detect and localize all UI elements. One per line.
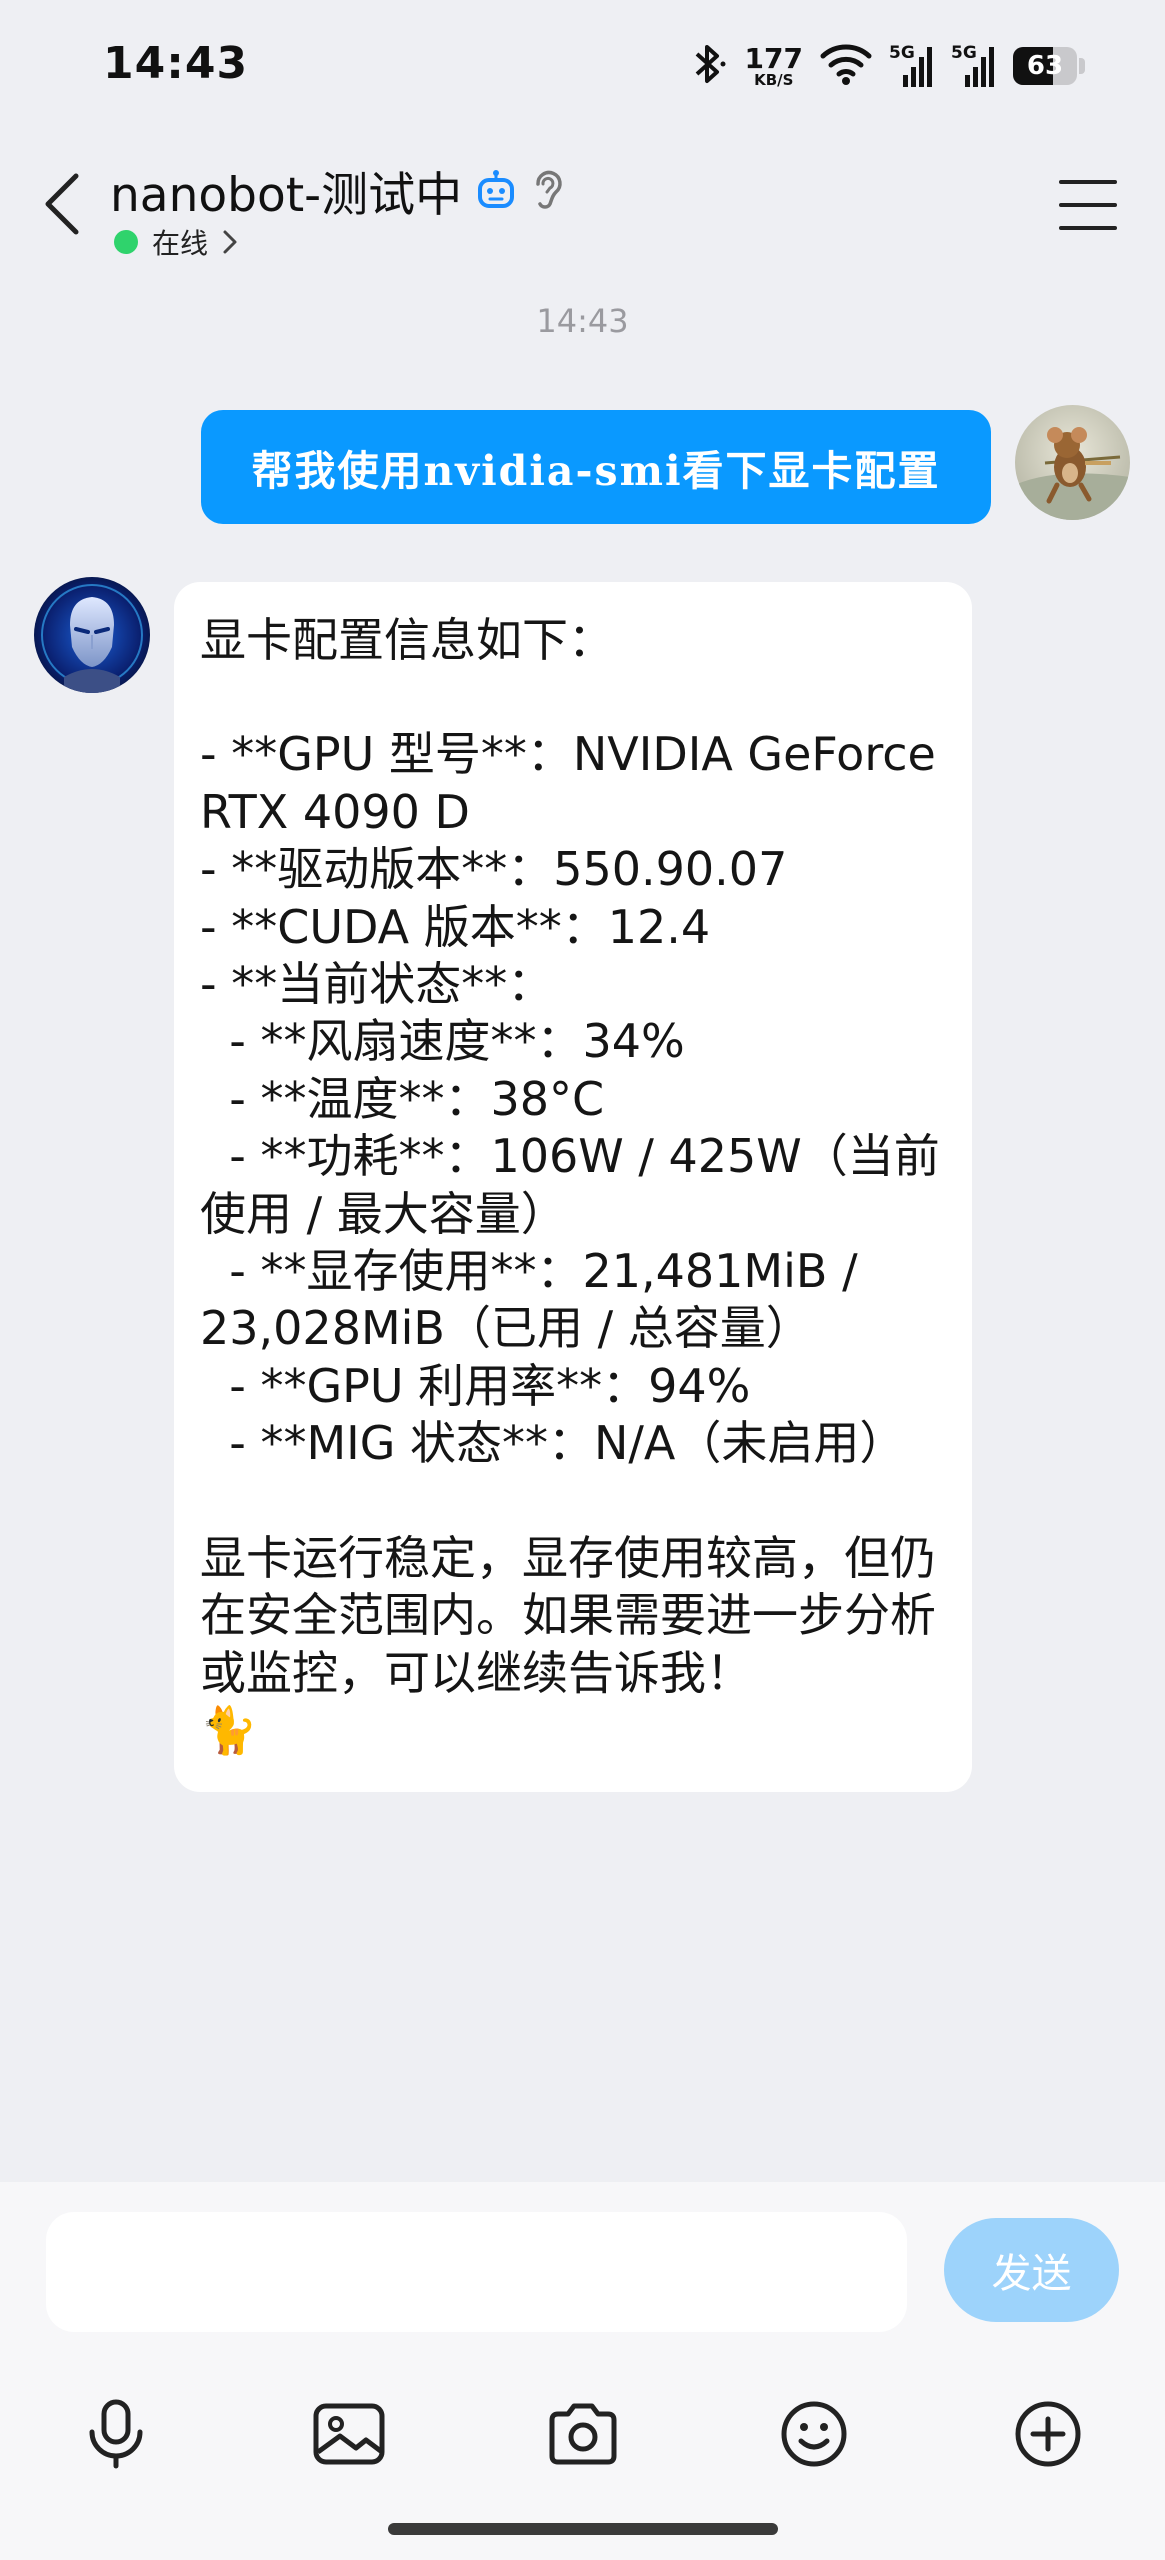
- bot-message-line: - **MIG 状态**：N/A（未启用）: [200, 1416, 906, 1471]
- bot-message-line: - **温度**：38°C: [200, 1071, 605, 1126]
- bot-message-line: - **GPU 利用率**：94%: [200, 1358, 751, 1413]
- chat-header: nanobot-测试中 在线: [0, 140, 1165, 270]
- bot-message-text: 显卡配置信息如下： - **GPU 型号**：NVIDIA GeForce RTX…: [200, 612, 946, 1759]
- bot-message-line: 显卡运行稳定，显存使用较高，但仍在安全范围内。如果需要进一步分析或监控，可以继续…: [200, 1530, 936, 1700]
- camera-icon[interactable]: [543, 2394, 623, 2474]
- bluetooth-icon: [689, 41, 729, 91]
- network-speed-unit: KB/S: [754, 70, 794, 89]
- message-input[interactable]: [46, 2212, 907, 2332]
- bot-message-line: - **功耗**：106W / 425W（当前使用 / 最大容量）: [200, 1129, 940, 1241]
- bot-message-line: [200, 669, 946, 726]
- hamburger-line: [1059, 203, 1117, 207]
- cellular-signal-2-icon: 5G: [951, 43, 997, 89]
- network-speed: 177 KB/S: [744, 41, 803, 89]
- wifi-icon: [819, 42, 873, 90]
- bot-message-line: - **CUDA 版本**：12.4: [200, 899, 711, 954]
- microphone-icon[interactable]: [76, 2394, 156, 2474]
- hamburger-line: [1059, 226, 1117, 230]
- bot-message-line: - **显存使用**：21,481MiB / 23,028MiB（已用 / 总容…: [200, 1244, 873, 1356]
- status-bar: 14:43 177 KB/S 5G 5G 63: [0, 0, 1165, 130]
- bot-message-bubble[interactable]: 显卡配置信息如下： - **GPU 型号**：NVIDIA GeForce RTX…: [174, 582, 972, 1792]
- status-time: 14:43: [103, 38, 249, 89]
- bot-message-line: 显卡配置信息如下：: [200, 613, 614, 667]
- bot-message-line: - **风扇速度**：34%: [200, 1014, 685, 1069]
- robot-icon: [476, 169, 516, 213]
- chevron-left-icon: [45, 173, 79, 235]
- menu-button[interactable]: [1059, 180, 1117, 230]
- hamburger-line: [1059, 180, 1117, 184]
- bot-message-line: [200, 1473, 946, 1530]
- presence-status[interactable]: 在线: [114, 222, 238, 262]
- bot-message-line: - **GPU 型号**：NVIDIA GeForce RTX 4090 D: [200, 727, 951, 839]
- chat-title[interactable]: nanobot-测试中: [110, 156, 462, 225]
- title-row[interactable]: nanobot-测试中: [110, 156, 564, 225]
- bot-message-line: - **驱动版本**：550.90.07: [200, 842, 788, 897]
- home-indicator[interactable]: [388, 2523, 778, 2535]
- cellular-signal-1-icon: 5G: [889, 43, 935, 89]
- ear-icon: [530, 168, 564, 214]
- battery-level: 63: [1026, 51, 1064, 81]
- online-status-dot: [114, 230, 138, 254]
- bot-message-line: 🐈: [200, 1702, 258, 1757]
- composer: 发送: [0, 2182, 1165, 2560]
- bot-message-line: - **当前状态**：: [200, 957, 554, 1012]
- network-speed-value: 177: [744, 41, 803, 75]
- battery-icon: 63: [1013, 47, 1085, 85]
- plus-circle-icon[interactable]: [1008, 2394, 1088, 2474]
- back-button[interactable]: [30, 164, 94, 244]
- user-avatar[interactable]: [1015, 405, 1130, 520]
- send-button[interactable]: 发送: [944, 2218, 1119, 2322]
- chevron-right-icon: [223, 230, 237, 254]
- user-message-bubble[interactable]: 帮我使用nvidia-smi看下显卡配置: [201, 410, 991, 524]
- status-icons: 177 KB/S 5G 5G 63: [689, 38, 1085, 94]
- emoji-icon[interactable]: [774, 2394, 854, 2474]
- bot-avatar[interactable]: [34, 577, 150, 693]
- presence-label: 在线: [152, 227, 209, 260]
- message-timestamp: 14:43: [536, 302, 629, 340]
- image-icon[interactable]: [309, 2394, 389, 2474]
